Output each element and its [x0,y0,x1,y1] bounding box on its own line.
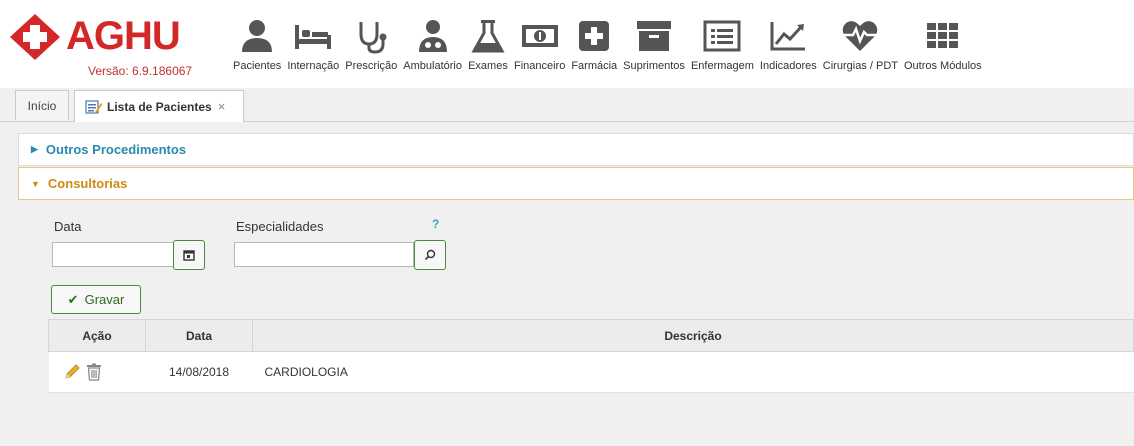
module-financeiro[interactable]: Financeiro [511,0,568,88]
edit-list-icon [85,99,103,114]
calendar-icon [183,250,195,261]
archive-icon [634,16,674,56]
module-label: Enfermagem [690,60,754,72]
module-cirurgias[interactable]: Cirurgias / PDT [820,0,901,88]
row-actions [48,351,146,393]
table-header-row: Ação Data Descrição [48,319,1134,352]
accordion-label: Outros Procedimentos [45,142,187,157]
search-button[interactable] [414,240,446,270]
module-pacientes[interactable]: Pacientes [230,0,284,88]
tab-inicio[interactable]: Início [15,90,69,120]
module-label: Suprimentos [623,60,685,72]
version-label: Versão: 6.9.186067 [88,64,193,78]
header-data[interactable]: Data [145,319,253,352]
especialidades-field-label: Especialidades [236,219,324,234]
module-label: Farmácia [571,60,618,72]
pencil-icon[interactable] [63,363,81,381]
calendar-button[interactable] [173,240,205,270]
module-ambulatorio[interactable]: Ambulatório [400,0,465,88]
bed-icon [293,16,333,56]
list-icon [702,16,742,56]
help-icon[interactable]: ? [432,217,439,231]
module-label: Outros Módulos [903,60,982,72]
triangle-right-icon: ▶ [31,144,38,154]
consultorias-table: Ação Data Descrição 14/08/2018 CARDIOLOG… [48,319,1134,393]
module-outros[interactable]: Outros Módulos [901,0,985,88]
module-label: Indicadores [759,60,817,72]
module-prescricao[interactable]: Prescrição [342,0,400,88]
module-label: Internação [287,60,340,72]
accordion-outros-procedimentos[interactable]: ▶ Outros Procedimentos [18,133,1134,166]
check-icon: ✔ [67,291,79,307]
stethoscope-icon [351,16,391,56]
module-label: Financeiro [513,60,566,72]
module-label: Exames [468,60,508,72]
triangle-down-icon: ▼ [31,178,40,189]
module-suprimentos[interactable]: Suprimentos [620,0,688,88]
close-tab-icon[interactable]: × [218,99,226,114]
table-row[interactable]: 14/08/2018 CARDIOLOGIA [48,351,1134,393]
flask-icon [468,16,508,56]
tab-bar: Início Lista de Pacientes × [0,88,1134,122]
gravar-button[interactable]: ✔ Gravar [51,285,141,314]
accordion-label: Consultorias [47,176,128,191]
tab-label: Início [27,98,57,113]
money-icon [520,16,560,56]
row-descricao: CARDIOLOGIA [252,351,1134,393]
module-indicadores[interactable]: Indicadores [757,0,820,88]
app-header: AGHU Versão: 6.9.186067 Pacientes Intern… [0,0,1134,88]
module-label: Cirurgias / PDT [822,60,898,72]
plus-box-icon [574,16,614,56]
user-icon [237,16,277,56]
accordion-consultorias[interactable]: ▼ Consultorias [18,167,1134,200]
module-farmacia[interactable]: Farmácia [568,0,620,88]
module-enfermagem[interactable]: Enfermagem [688,0,757,88]
cross-logo-icon [10,14,60,60]
row-data: 14/08/2018 [145,351,253,393]
gravar-label: Gravar [84,292,125,307]
tab-lista-pacientes[interactable]: Lista de Pacientes × [74,90,244,122]
module-label: Prescrição [345,60,398,72]
module-exames[interactable]: Exames [465,0,511,88]
header-acao[interactable]: Ação [48,319,146,352]
data-input[interactable] [52,242,190,267]
especialidades-input[interactable] [234,242,414,267]
consultorias-panel: Data Especialidades ? ✔ Gravar Ação Data… [18,200,1134,446]
header-descricao[interactable]: Descrição [252,319,1134,352]
module-label: Pacientes [233,60,282,72]
data-field-label: Data [54,219,82,234]
module-internacao[interactable]: Internação [284,0,342,88]
module-bar: Pacientes Internação Prescrição Ambulató… [230,0,985,88]
chart-line-icon [768,16,808,56]
trash-icon[interactable] [86,363,102,381]
main-content: ▶ Outros Procedimentos ▼ Consultorias Da… [18,131,1134,446]
module-label: Ambulatório [403,60,462,72]
logo-text: AGHU [66,14,181,58]
heart-pulse-icon [840,16,880,56]
doctor-icon [413,16,453,56]
search-icon [424,249,436,261]
aghu-logo[interactable]: AGHU Versão: 6.9.186067 [8,10,218,80]
grid-icon [923,16,963,56]
tab-label: Lista de Pacientes [107,99,212,114]
